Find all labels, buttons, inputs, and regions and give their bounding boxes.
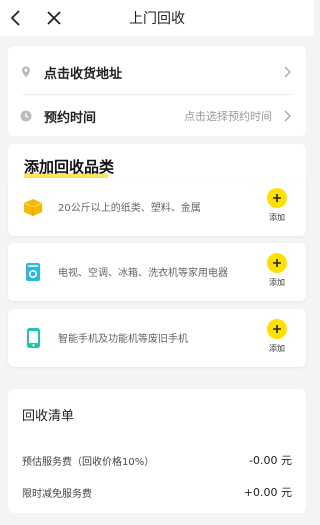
phone-icon	[27, 328, 40, 348]
recycle-list-card: 回收清单 预估服务费（回收价格10%） -0.00 元 限时减免服务费 +0.0…	[8, 389, 306, 513]
category-description: 智能手机及功能机等废旧手机	[58, 334, 188, 345]
estimated-service-fee-row: 预估服务费（回收价格10%） -0.00 元	[22, 453, 292, 469]
address-label: 点击收货地址	[44, 66, 123, 82]
category-item-appliances: 电视、空调、冰箱、洗衣机等家用电器 添加	[8, 243, 306, 301]
add-button[interactable]: 添加	[262, 319, 292, 359]
fee-waiver-row: 限时减免服务费 +0.00 元	[22, 485, 292, 501]
close-icon	[47, 11, 61, 25]
section-title: 添加回收品类	[24, 156, 114, 179]
chevron-left-icon	[10, 10, 20, 26]
chevron-right-icon	[284, 110, 291, 122]
appointment-time-row[interactable]: 预约时间 点击选择预约时间	[8, 94, 306, 138]
page-title: 上门回收	[129, 11, 185, 27]
top-bar: 上门回收	[0, 0, 314, 36]
fee-label: 限时减免服务费	[22, 489, 92, 500]
add-button[interactable]: 添加	[262, 188, 292, 228]
address-row[interactable]: 点击收货地址	[8, 50, 306, 94]
clock-icon	[20, 110, 32, 122]
fee-value: -0.00 元	[249, 454, 292, 467]
recycle-list-title: 回收清单	[22, 409, 75, 424]
box-icon	[23, 199, 43, 216]
back-button[interactable]	[4, 6, 28, 30]
fee-label: 预估服务费（回收价格10%）	[22, 457, 155, 468]
close-button[interactable]	[42, 6, 66, 30]
category-description: 电视、空调、冰箱、洗衣机等家用电器	[58, 268, 228, 279]
category-description: 20公斤以上的纸类、塑料、金属	[58, 203, 201, 214]
location-pin-icon	[22, 66, 30, 78]
chevron-right-icon	[284, 66, 291, 78]
category-item-bulk-waste: 20公斤以上的纸类、塑料、金属 添加	[8, 178, 306, 236]
category-item-phones: 智能手机及功能机等废旧手机 添加	[8, 309, 306, 367]
plus-icon	[267, 188, 287, 208]
address-card: 点击收货地址 预约时间 点击选择预约时间	[8, 46, 306, 136]
appointment-time-label: 预约时间	[44, 110, 97, 126]
plus-icon	[267, 253, 287, 273]
add-label: 添加	[269, 213, 285, 222]
plus-icon	[267, 319, 287, 339]
fee-value: +0.00 元	[243, 486, 292, 499]
washing-machine-icon	[26, 263, 40, 281]
add-label: 添加	[269, 278, 285, 287]
appointment-time-placeholder: 点击选择预约时间	[184, 110, 272, 123]
add-button[interactable]: 添加	[262, 253, 292, 293]
add-label: 添加	[269, 344, 285, 353]
